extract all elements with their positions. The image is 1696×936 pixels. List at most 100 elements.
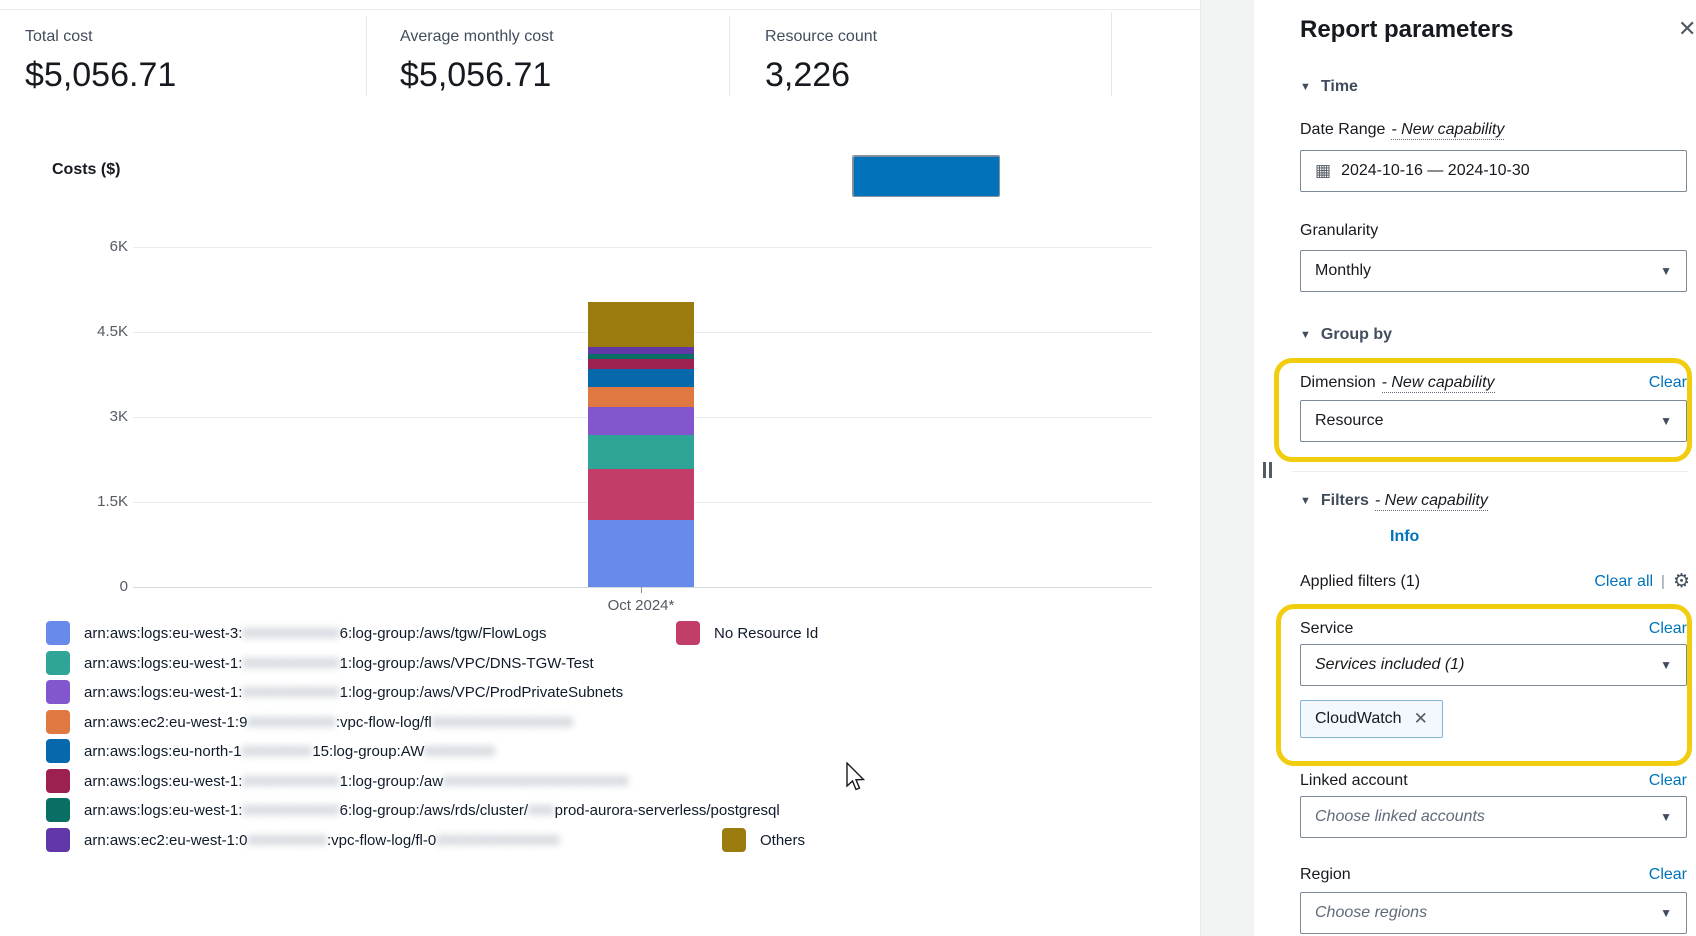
legend-text: 15:log-group:AW	[312, 743, 424, 760]
redacted-text: 00000000000	[242, 655, 339, 672]
legend-label: arn:aws:logs:eu-west-1:000000000001:log-…	[84, 655, 594, 672]
new-capability-badge: - New capability	[1375, 492, 1488, 511]
stat-divider	[1111, 12, 1112, 96]
date-range-input[interactable]: ▦ 2024-10-16 — 2024-10-30	[1300, 150, 1687, 192]
legend-text: 1:log-group:/aw	[340, 773, 443, 790]
dimension-clear-link[interactable]: Clear	[1649, 374, 1687, 392]
section-header-group-by[interactable]: ▼ Group by	[1300, 326, 1392, 344]
top-divider	[0, 9, 1200, 10]
cost-explorer-page: Total cost $5,056.71 Average monthly cos…	[0, 0, 1696, 936]
legend-swatch	[46, 651, 70, 675]
section-header-filters[interactable]: ▼ Filters- New capability	[1300, 492, 1488, 510]
legend-item[interactable]: No Resource Id	[676, 621, 818, 645]
legend-swatch	[46, 739, 70, 763]
bar-segment[interactable]	[588, 354, 694, 359]
legend-item[interactable]: arn:aws:logs:eu-north-10000000015:log-gr…	[46, 739, 495, 763]
chevron-down-icon: ▼	[1300, 81, 1311, 93]
section-header-time[interactable]: ▼ Time	[1300, 78, 1358, 96]
stat-value: $5,056.71	[400, 56, 554, 95]
legend-item[interactable]: arn:aws:ec2:eu-west-1:0000000000:vpc-flo…	[46, 828, 560, 852]
gear-icon[interactable]: ⚙	[1673, 572, 1690, 591]
service-clear-link[interactable]: Clear	[1649, 620, 1687, 638]
dimension-label: Dimension- New capability	[1300, 374, 1495, 392]
legend-label: arn:aws:logs:eu-north-10000000015:log-gr…	[84, 743, 495, 760]
stat-resource-count: Resource count 3,226	[765, 28, 877, 95]
redacted-text: 0000000000000000	[432, 714, 573, 731]
bar-segment[interactable]	[588, 369, 694, 386]
dimension-select[interactable]: Resource ▼	[1300, 400, 1687, 442]
y-tick-label: 4.5K	[42, 323, 128, 340]
bar-segment[interactable]	[588, 359, 694, 369]
gridline	[133, 587, 1152, 588]
bar-segment[interactable]	[588, 435, 694, 470]
redacted-text: 00000000000	[242, 684, 339, 701]
legend-item[interactable]: arn:aws:logs:eu-west-1:000000000006:log-…	[46, 798, 780, 822]
legend-item[interactable]: arn:aws:logs:eu-west-3:000000000006:log-…	[46, 621, 546, 645]
bar-segment[interactable]	[588, 520, 694, 587]
new-capability-badge: - New capability	[1391, 121, 1504, 140]
region-clear-link[interactable]: Clear	[1649, 866, 1687, 884]
legend-item[interactable]: arn:aws:ec2:eu-west-1:90000000000:vpc-fl…	[46, 710, 573, 734]
stat-value: 3,226	[765, 56, 877, 95]
legend-label: arn:aws:logs:eu-west-1:000000000001:log-…	[84, 684, 623, 701]
chevron-down-icon: ▼	[1300, 495, 1311, 507]
bar-segment[interactable]	[588, 347, 694, 354]
stat-divider	[366, 16, 367, 96]
gridline	[133, 247, 1152, 248]
caret-down-icon: ▼	[1660, 810, 1672, 824]
token-label: CloudWatch	[1315, 710, 1402, 728]
bar-segment[interactable]	[588, 407, 694, 434]
bar-segment[interactable]	[588, 302, 694, 347]
label-text: Date Range	[1300, 121, 1385, 138]
info-link[interactable]: Info	[1390, 528, 1419, 546]
legend-label: Others	[760, 832, 805, 849]
legend-text: :vpc-flow-log/fl-0	[327, 832, 436, 849]
redacted-text: 00000000000	[242, 625, 339, 642]
stat-label: Average monthly cost	[400, 28, 554, 46]
caret-down-icon: ▼	[1660, 264, 1672, 278]
caret-down-icon: ▼	[1660, 658, 1672, 672]
legend-swatch	[46, 621, 70, 645]
legend-label: arn:aws:ec2:eu-west-1:90000000000:vpc-fl…	[84, 714, 573, 731]
service-token-cloudwatch: CloudWatch ✕	[1300, 700, 1443, 738]
service-label-row: Service Clear	[1300, 620, 1687, 638]
linked-account-select[interactable]: Choose linked accounts ▼	[1300, 796, 1687, 838]
legend-text: 6:log-group:/aws/tgw/FlowLogs	[340, 625, 547, 642]
dismiss-icon[interactable]: ✕	[1414, 709, 1428, 729]
region-placeholder: Choose regions	[1315, 904, 1427, 922]
legend-text: arn:aws:logs:eu-west-1:	[84, 655, 242, 672]
close-icon[interactable]: ✕	[1678, 18, 1696, 40]
clear-all-link[interactable]: Clear all	[1594, 573, 1653, 591]
chevron-down-icon: ▼	[1300, 329, 1311, 341]
legend-item[interactable]: arn:aws:logs:eu-west-1:000000000001:log-…	[46, 651, 594, 675]
stat-value: $5,056.71	[25, 56, 176, 95]
panel-splitter-rail[interactable]	[1200, 0, 1255, 936]
legend-swatch	[722, 828, 746, 852]
legend-swatch	[46, 680, 70, 704]
new-capability-badge: - New capability	[1382, 374, 1495, 393]
stacked-bar-chart-toggle-button[interactable]	[853, 156, 1000, 197]
dimension-label-row: Dimension- New capability Clear	[1300, 374, 1687, 392]
redacted-text: 000000000	[247, 832, 327, 849]
linked-account-clear-link[interactable]: Clear	[1649, 772, 1687, 790]
service-label: Service	[1300, 620, 1353, 638]
section-label: Filters- New capability	[1321, 492, 1488, 510]
panel-resize-handle[interactable]	[1263, 462, 1272, 478]
date-range-label: Date Range - New capability	[1300, 121, 1504, 139]
applied-filters-row: Applied filters (1) Clear all | ⚙	[1300, 572, 1690, 591]
legend-label: arn:aws:logs:eu-west-3:000000000006:log-…	[84, 625, 546, 642]
region-select[interactable]: Choose regions ▼	[1300, 892, 1687, 934]
legend-item[interactable]: arn:aws:logs:eu-west-1:000000000001:log-…	[46, 769, 629, 793]
service-value: Services included (1)	[1315, 656, 1464, 674]
service-select[interactable]: Services included (1) ▼	[1300, 644, 1687, 686]
redacted-text: 0000000000	[247, 714, 335, 731]
mouse-cursor	[845, 762, 867, 797]
legend-item[interactable]: Others	[722, 828, 805, 852]
legend-item[interactable]: arn:aws:logs:eu-west-1:000000000001:log-…	[46, 680, 623, 704]
bar-segment[interactable]	[588, 387, 694, 408]
granularity-select[interactable]: Monthly ▼	[1300, 250, 1687, 292]
section-divider	[1292, 471, 1688, 472]
bar-segment[interactable]	[588, 469, 694, 520]
legend-label: arn:aws:logs:eu-west-1:000000000001:log-…	[84, 773, 629, 790]
caret-down-icon: ▼	[1660, 906, 1672, 920]
